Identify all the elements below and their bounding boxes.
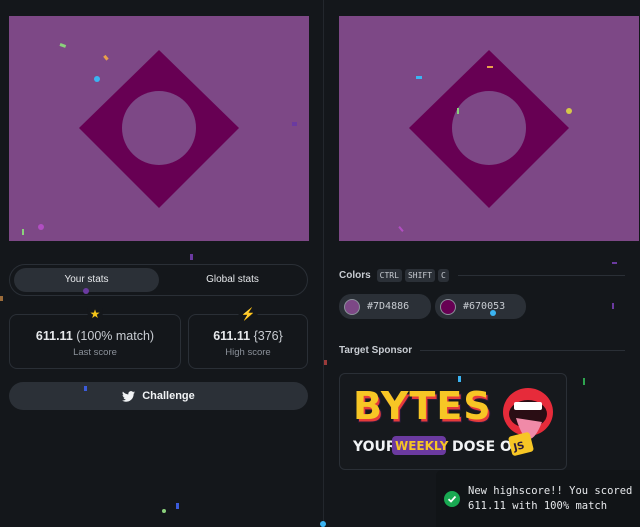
high-score-label: High score [225, 347, 271, 358]
sponsor-title: Target Sponsor [339, 344, 413, 356]
output-canvas [9, 16, 309, 241]
panel-divider [323, 0, 324, 527]
tab-your-stats[interactable]: Your stats [14, 268, 159, 292]
color-swatch-2[interactable]: #670053 [435, 294, 526, 319]
svg-text:WEEKLY: WEEKLY [395, 439, 449, 453]
toast-message: New highscore!! You scored 611.11 with 1… [468, 484, 633, 512]
shortcut-key-shift: SHIFT [404, 268, 436, 282]
swatch-hex: #7D4886 [367, 301, 410, 312]
svg-text:YOUR: YOUR [352, 439, 397, 455]
shortcut-key-ctrl: CTRL [376, 268, 402, 282]
swatch-dot [344, 298, 360, 315]
high-score-card: ⚡ 611.11 {376} High score [188, 308, 308, 369]
twitter-icon [122, 390, 136, 402]
bytes-logo: BYTES BYTES YOUR WEEKLY DOSE OF JS [352, 384, 553, 456]
challenge-button[interactable]: Challenge [9, 382, 308, 410]
stats-tabs: Your stats Global stats [9, 264, 308, 296]
last-score-card: ★ 611.11 (100% match) Last score [9, 308, 181, 369]
highscore-toast: New highscore!! You scored 611.11 with 1… [436, 470, 640, 527]
colors-title: Colors [339, 269, 371, 281]
last-score-value: 611.11 (100% match) [35, 329, 155, 343]
section-rule [457, 274, 625, 276]
high-score-value: 611.11 {376} [213, 329, 283, 343]
lightning-icon: ⚡ [238, 307, 258, 321]
tab-global-stats[interactable]: Global stats [160, 268, 305, 292]
target-canvas [339, 16, 639, 241]
last-score-label: Last score [73, 347, 117, 358]
sponsor-header: Target Sponsor [339, 343, 625, 357]
shortcut-key-c: C [438, 268, 449, 282]
section-rule [420, 349, 625, 351]
svg-text:BYTES: BYTES [353, 384, 492, 428]
sponsor-banner[interactable]: BYTES BYTES YOUR WEEKLY DOSE OF JS [339, 373, 567, 470]
swatch-hex: #670053 [463, 301, 506, 312]
colors-header: Colors CTRL SHIFT C [339, 267, 625, 283]
challenge-label: Challenge [142, 390, 195, 402]
swatch-dot [440, 298, 456, 315]
check-icon [444, 490, 460, 507]
star-icon: ★ [87, 307, 103, 321]
color-swatch-1[interactable]: #7D4886 [339, 294, 431, 319]
